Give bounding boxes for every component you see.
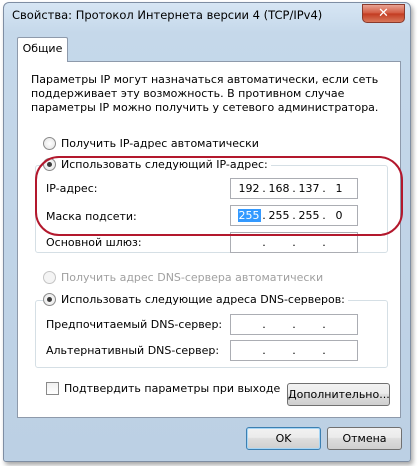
preferred-dns-dot: . <box>322 318 326 331</box>
preferred-dns-input[interactable]: . . . <box>230 314 358 335</box>
cancel-button-label: Отмена <box>342 432 387 445</box>
radio-manual-dns-button[interactable] <box>43 293 56 306</box>
radio-auto-ip-button[interactable] <box>43 137 56 150</box>
radio-manual-dns-label: Использовать следующие адреса DNS-сервер… <box>61 293 345 306</box>
preferred-dns-label: Предпочитаемый DNS-сервер: <box>46 318 223 331</box>
tab-general[interactable]: Общие <box>17 37 68 62</box>
gateway-dot: . <box>292 236 296 249</box>
advanced-button[interactable]: Дополнительно... <box>287 383 390 406</box>
alternate-dns-dot: . <box>322 344 326 357</box>
radio-auto-ip-label: Получить IP-адрес автоматически <box>61 137 259 150</box>
alternate-dns-dot: . <box>292 344 296 357</box>
general-panel: Параметры IP могут назначаться автоматич… <box>17 61 403 418</box>
title-bar[interactable]: Свойства: Протокол Интернета версии 4 (T… <box>4 3 410 29</box>
radio-auto-dns-label: Получить адрес DNS-сервера автоматически <box>61 271 324 284</box>
radio-manual-dns[interactable]: Использовать следующие адреса DNS-сервер… <box>43 293 348 306</box>
gateway-label: Основной шлюз: <box>46 236 142 249</box>
gateway-dot: . <box>262 236 266 249</box>
radio-auto-dns: Получить адрес DNS-сервера автоматически <box>43 271 323 284</box>
ok-button-label: OK <box>275 432 292 445</box>
validate-on-exit-checkbox[interactable] <box>46 382 59 395</box>
preferred-dns-dot: . <box>292 318 296 331</box>
advanced-button-label: Дополнительно... <box>288 388 390 401</box>
window-title: Свойства: Протокол Интернета версии 4 (T… <box>12 8 323 22</box>
radio-auto-ip[interactable]: Получить IP-адрес автоматически <box>43 137 259 150</box>
alternate-dns-dot: . <box>262 344 266 357</box>
alternate-dns-input[interactable]: . . . <box>230 340 358 361</box>
preferred-dns-dot: . <box>262 318 266 331</box>
close-icon: ✕ <box>378 6 389 21</box>
annotation-ellipse <box>35 156 403 236</box>
description-text: Параметры IP могут назначаться автоматич… <box>31 73 379 114</box>
alternate-dns-label: Альтернативный DNS-сервер: <box>46 344 220 357</box>
ok-button[interactable]: OK <box>246 427 321 450</box>
radio-auto-dns-button <box>43 271 56 284</box>
tab-general-label: Общие <box>22 42 63 55</box>
validate-on-exit-label: Подтвердить параметры при выходе <box>64 382 281 395</box>
cancel-button[interactable]: Отмена <box>327 427 402 450</box>
close-button[interactable]: ✕ <box>362 4 405 23</box>
validate-on-exit-row[interactable]: Подтвердить параметры при выходе <box>46 382 280 395</box>
dialog-window: Свойства: Протокол Интернета версии 4 (T… <box>3 2 411 462</box>
gateway-dot: . <box>322 236 326 249</box>
